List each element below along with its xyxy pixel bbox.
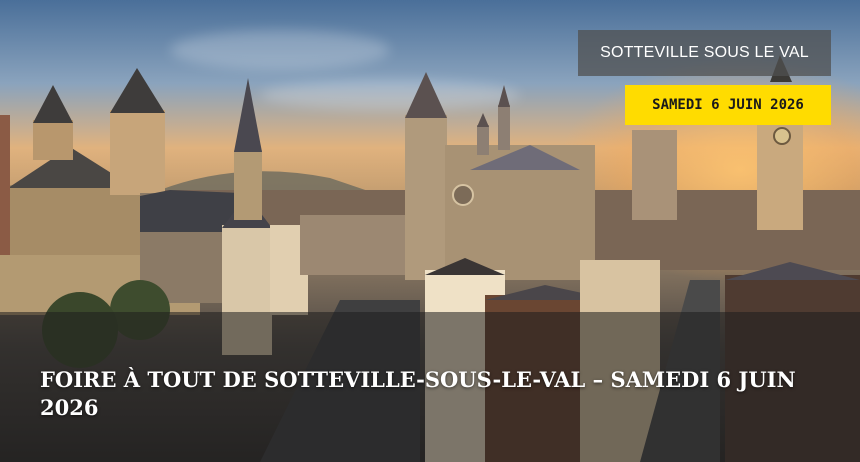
event-hero-banner[interactable]: SOTTEVILLE SOUS LE VAL SAMEDI 6 JUIN 202… [0, 0, 860, 462]
event-title[interactable]: FOIRE À TOUT DE SOTTEVILLE-SOUS-LE-VAL –… [40, 366, 820, 422]
date-badge: SAMEDI 6 JUIN 2026 [625, 85, 831, 125]
location-badge: SOTTEVILLE SOUS LE VAL [578, 30, 831, 76]
